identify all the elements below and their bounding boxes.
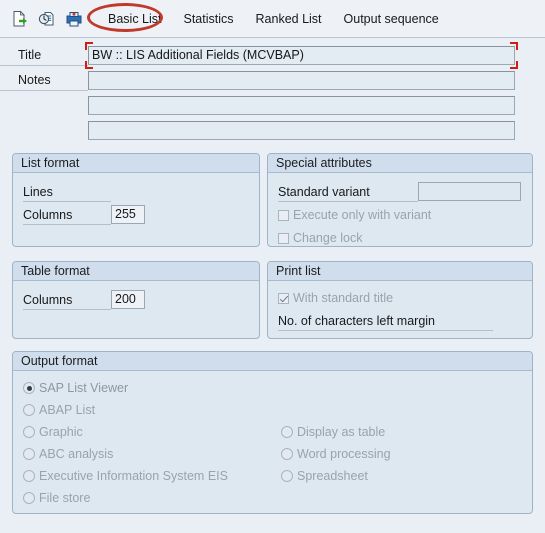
radio-circle-display-as-table[interactable] xyxy=(281,426,293,438)
radio-word-processing[interactable]: Word processing xyxy=(281,443,391,465)
radio-sap-list-viewer[interactable]: SAP List Viewer xyxy=(23,377,228,399)
output-format-left-column: SAP List Viewer ABAP List Graphic ABC an… xyxy=(23,377,228,509)
execute-document-icon[interactable] xyxy=(11,10,29,28)
checkbox-label-with-standard-title: With standard title xyxy=(293,291,394,305)
checkbox-execute-only-with-variant[interactable]: Execute only with variant xyxy=(268,205,532,225)
tab-ranked-list[interactable]: Ranked List xyxy=(245,10,333,28)
left-margin-row: No. of characters left margin xyxy=(268,310,532,331)
notes-label: Notes xyxy=(0,70,88,91)
checkbox-box-with-standard-title[interactable] xyxy=(278,292,289,304)
list-columns-label: Columns xyxy=(23,205,111,225)
print-network-icon[interactable] xyxy=(65,10,83,28)
radio-spreadsheet[interactable]: Spreadsheet xyxy=(281,465,391,487)
tab-statistics[interactable]: Statistics xyxy=(173,10,245,28)
notes-input-1[interactable] xyxy=(88,70,515,90)
print-list-legend: Print list xyxy=(268,262,532,281)
output-format-legend: Output format xyxy=(13,352,532,371)
radio-label-eis: Executive Information System EIS xyxy=(39,469,228,483)
checkbox-label-change-lock: Change lock xyxy=(293,231,363,245)
radio-circle-sap-list-viewer[interactable] xyxy=(23,382,35,394)
radio-circle-word-processing[interactable] xyxy=(281,448,293,460)
list-format-body: Lines Columns xyxy=(13,173,259,225)
tab-output-sequence[interactable]: Output sequence xyxy=(333,10,450,28)
lines-label: Lines xyxy=(23,182,111,202)
special-attributes-body: Standard variant Execute only with varia… xyxy=(268,173,532,248)
list-format-legend: List format xyxy=(13,154,259,173)
clock-document-icon[interactable] xyxy=(38,10,56,28)
notes-spacer-3 xyxy=(0,120,88,141)
header-form: Title Notes xyxy=(0,37,545,141)
group-special-attributes: Special attributes Standard variant Exec… xyxy=(267,153,533,247)
radio-graphic[interactable]: Graphic xyxy=(23,421,228,443)
special-attributes-legend: Special attributes xyxy=(268,154,532,173)
toolbar: Basic List Statistics Ranked List Output… xyxy=(0,0,545,38)
table-columns-label: Columns xyxy=(23,290,111,310)
tab-bar: Basic List Statistics Ranked List Output… xyxy=(97,10,450,28)
table-format-body: Columns xyxy=(13,281,259,310)
title-row: Title xyxy=(0,41,545,69)
radio-circle-spreadsheet[interactable] xyxy=(281,470,293,482)
radio-circle-abap-list[interactable] xyxy=(23,404,35,416)
radio-label-sap-list-viewer: SAP List Viewer xyxy=(39,381,129,395)
columns-row: Columns xyxy=(13,204,259,225)
radio-abc-analysis[interactable]: ABC analysis xyxy=(23,443,228,465)
table-format-legend: Table format xyxy=(13,262,259,281)
group-print-list: Print list With standard title No. of ch… xyxy=(267,261,533,339)
radio-label-word-processing: Word processing xyxy=(297,447,391,461)
checkbox-change-lock[interactable]: Change lock xyxy=(268,228,532,248)
radio-circle-abc-analysis[interactable] xyxy=(23,448,35,460)
tab-basic-list[interactable]: Basic List xyxy=(97,10,173,28)
checkbox-with-standard-title[interactable]: With standard title xyxy=(268,288,532,308)
radio-circle-eis[interactable] xyxy=(23,470,35,482)
notes-spacer-2 xyxy=(0,95,88,116)
checkbox-label-execute-only: Execute only with variant xyxy=(293,208,432,222)
notes-input-3[interactable] xyxy=(88,120,515,140)
notes-row-1: Notes xyxy=(0,69,545,91)
radio-label-abap-list: ABAP List xyxy=(39,403,96,417)
radio-display-as-table[interactable]: Display as table xyxy=(281,421,391,443)
toolbar-icon-group xyxy=(0,10,83,28)
radio-circle-graphic[interactable] xyxy=(23,426,35,438)
table-columns-input[interactable] xyxy=(111,290,145,309)
group-table-format: Table format Columns xyxy=(12,261,260,339)
group-list-format: List format Lines Columns xyxy=(12,153,260,247)
standard-variant-input[interactable] xyxy=(418,182,521,201)
title-field-focus xyxy=(85,41,518,69)
title-label: Title xyxy=(0,45,88,66)
checkbox-box-execute-only[interactable] xyxy=(278,209,289,221)
radio-abap-list[interactable]: ABAP List xyxy=(23,399,228,421)
left-margin-label: No. of characters left margin xyxy=(278,311,493,331)
notes-input-2[interactable] xyxy=(88,95,515,115)
radio-eis[interactable]: Executive Information System EIS xyxy=(23,465,228,487)
radio-circle-file-store[interactable] xyxy=(23,492,35,504)
print-list-body: With standard title No. of characters le… xyxy=(268,281,532,331)
output-format-right-column: Display as table Word processing Spreads… xyxy=(281,421,391,487)
radio-label-file-store: File store xyxy=(39,491,91,505)
notes-row-3 xyxy=(0,119,545,141)
radio-label-abc-analysis: ABC analysis xyxy=(39,447,114,461)
standard-variant-row: Standard variant xyxy=(268,181,532,202)
radio-label-graphic: Graphic xyxy=(39,425,83,439)
notes-row-2 xyxy=(0,94,545,116)
title-input[interactable] xyxy=(88,45,515,65)
standard-variant-label: Standard variant xyxy=(278,182,418,202)
radio-file-store[interactable]: File store xyxy=(23,487,228,509)
lines-row: Lines xyxy=(13,181,259,202)
table-columns-row: Columns xyxy=(13,289,259,310)
radio-label-spreadsheet: Spreadsheet xyxy=(297,469,368,483)
checkbox-box-change-lock[interactable] xyxy=(278,232,289,244)
radio-label-display-as-table: Display as table xyxy=(297,425,386,439)
group-output-format: Output format SAP List Viewer ABAP List … xyxy=(12,351,533,514)
list-columns-input[interactable] xyxy=(111,205,145,224)
